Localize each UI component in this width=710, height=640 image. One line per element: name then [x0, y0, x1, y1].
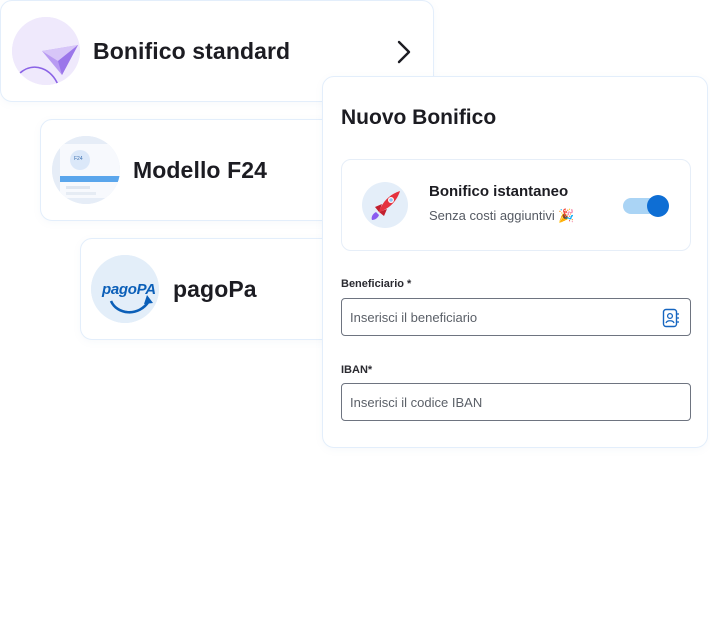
iban-input[interactable] — [342, 384, 650, 420]
option-label: Bonifico standard — [93, 37, 291, 64]
pagopa-logo: pagoPA — [91, 255, 159, 323]
instant-transfer-title: Bonifico istantaneo — [429, 183, 569, 200]
instant-transfer-subtitle: Senza costi aggiuntivi 🎉 — [429, 208, 575, 223]
option-modello-f24[interactable]: F24 Modello F24 — [40, 119, 340, 221]
f24-thumb-text: F24 — [74, 156, 83, 162]
toggle-knob — [647, 195, 669, 217]
iban-field — [341, 383, 691, 421]
new-transfer-panel: Nuovo Bonifico Bonifico istantaneo Senza… — [322, 76, 708, 448]
chevron-right-icon[interactable] — [393, 39, 415, 65]
instant-transfer-toggle[interactable] — [623, 195, 669, 217]
paper-plane-icon — [12, 17, 80, 85]
beneficiary-input[interactable] — [342, 299, 650, 335]
iban-label: IBAN* — [341, 364, 373, 376]
f24-form-thumbnail: F24 — [52, 136, 120, 204]
option-label: Modello F24 — [133, 156, 268, 183]
rocket-icon — [362, 182, 408, 228]
pagopa-logo-text: pagoPA — [102, 281, 156, 298]
beneficiary-label: Beneficiario * — [341, 278, 412, 290]
instant-transfer-row: Bonifico istantaneo Senza costi aggiunti… — [341, 159, 691, 251]
option-pagopa[interactable]: pagoPA pagoPa — [80, 238, 340, 340]
contact-book-icon[interactable] — [662, 308, 680, 328]
beneficiary-field — [341, 298, 691, 336]
panel-title: Nuovo Bonifico — [341, 106, 497, 129]
option-label: pagoPa — [173, 275, 257, 302]
